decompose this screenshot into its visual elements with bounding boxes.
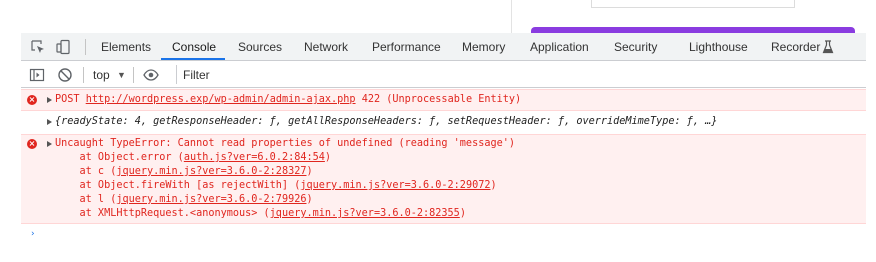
tab-security[interactable]: Security (614, 33, 657, 61)
stack-frame-text: at XMLHttpRequest.<anonymous> ( (55, 208, 270, 219)
error-icon: × (27, 139, 37, 149)
tab-sources[interactable]: Sources (238, 33, 282, 61)
stack-frame-text: ) (306, 194, 313, 205)
toolbar-separator (133, 67, 134, 83)
show-sidebar-icon[interactable] (29, 67, 45, 83)
stack-frame: at Object.fireWith [as rejectWith] (jque… (55, 179, 497, 193)
stack-frame-text: at c ( (55, 166, 117, 177)
expand-triangle-icon[interactable] (47, 97, 52, 103)
object-preview[interactable]: {readyState: 4, getResponseHeader: ƒ, ge… (55, 115, 717, 129)
post-status: 422 (Unprocessable Entity) (361, 94, 522, 105)
page-input-field[interactable] (591, 0, 795, 8)
stack-frame: at c (jquery.min.js?ver=3.6.0-2:28327) (55, 165, 313, 179)
stack-frame: at l (jquery.min.js?ver=3.6.0-2:79926) (55, 193, 313, 207)
error-icon: × (27, 95, 37, 105)
stack-frame-text: ) (490, 180, 497, 191)
chevron-down-icon[interactable]: ▼ (117, 67, 126, 83)
stack-frame-text: at Object.error ( (55, 152, 184, 163)
tabbar-separator (85, 39, 86, 55)
tab-lighthouse[interactable]: Lighthouse (689, 33, 748, 61)
typeerror-message: Uncaught TypeError: Cannot read properti… (55, 138, 516, 149)
inspect-element-icon[interactable] (30, 39, 46, 55)
stack-frame: at XMLHttpRequest.<anonymous> (jquery.mi… (55, 207, 466, 221)
tab-memory[interactable]: Memory (462, 33, 505, 61)
context-selector[interactable]: top (93, 67, 110, 83)
tab-application[interactable]: Application (530, 33, 589, 61)
console-error-typeerror: × Uncaught TypeError: Cannot read proper… (21, 134, 866, 224)
stack-frame: at Object.error (auth.js?ver=6.0.2:84:54… (55, 151, 332, 165)
console-prompt-icon[interactable]: › (31, 229, 35, 239)
devtools-tabbar: Elements Console Sources Network Perform… (21, 33, 866, 61)
stack-frame-text: ) (306, 166, 313, 177)
toolbar-separator (83, 67, 84, 83)
stack-frame-link[interactable]: auth.js?ver=6.0.2:84:54 (184, 152, 325, 163)
console-toolbar: top ▼ (21, 62, 866, 88)
tab-network[interactable]: Network (304, 33, 348, 61)
device-toolbar-icon[interactable] (55, 39, 71, 55)
stack-frame-link[interactable]: jquery.min.js?ver=3.6.0-2:29072 (300, 180, 490, 191)
stack-frame-text: ) (324, 152, 332, 163)
clear-console-icon[interactable] (57, 67, 73, 83)
post-method: POST (55, 94, 80, 105)
expand-triangle-icon[interactable] (47, 119, 52, 125)
post-url-link[interactable]: http://wordpress.exp/wp-admin/admin-ajax… (86, 94, 356, 105)
page-divider (511, 0, 512, 33)
active-tab-indicator (161, 58, 225, 60)
stack-frame-text: ) (459, 208, 466, 219)
filter-box (176, 65, 866, 84)
expand-triangle-icon[interactable] (47, 141, 52, 147)
console-object-output: {readyState: 4, getResponseHeader: ƒ, ge… (21, 112, 866, 133)
stack-frame-link[interactable]: jquery.min.js?ver=3.6.0-2:82355 (270, 208, 460, 219)
stack-frame-text: at l ( (55, 194, 117, 205)
stack-frame-text: at Object.fireWith [as rejectWith] ( (55, 180, 301, 191)
console-error-post: × POST http://wordpress.exp/wp-admin/adm… (21, 89, 866, 111)
stack-frame-link[interactable]: jquery.min.js?ver=3.6.0-2:79926 (116, 194, 306, 205)
tab-recorder[interactable]: Recorder (771, 33, 820, 61)
flask-icon (822, 40, 834, 54)
filter-input[interactable] (177, 65, 866, 84)
devtools-panel: Elements Console Sources Network Perform… (21, 33, 866, 262)
post-error-line: POST http://wordpress.exp/wp-admin/admin… (55, 93, 521, 107)
tab-elements[interactable]: Elements (101, 33, 151, 61)
stack-frame-link[interactable]: jquery.min.js?ver=3.6.0-2:28327 (116, 166, 306, 177)
eye-icon[interactable] (143, 67, 159, 83)
tab-performance[interactable]: Performance (372, 33, 441, 61)
tab-console[interactable]: Console (172, 33, 216, 61)
